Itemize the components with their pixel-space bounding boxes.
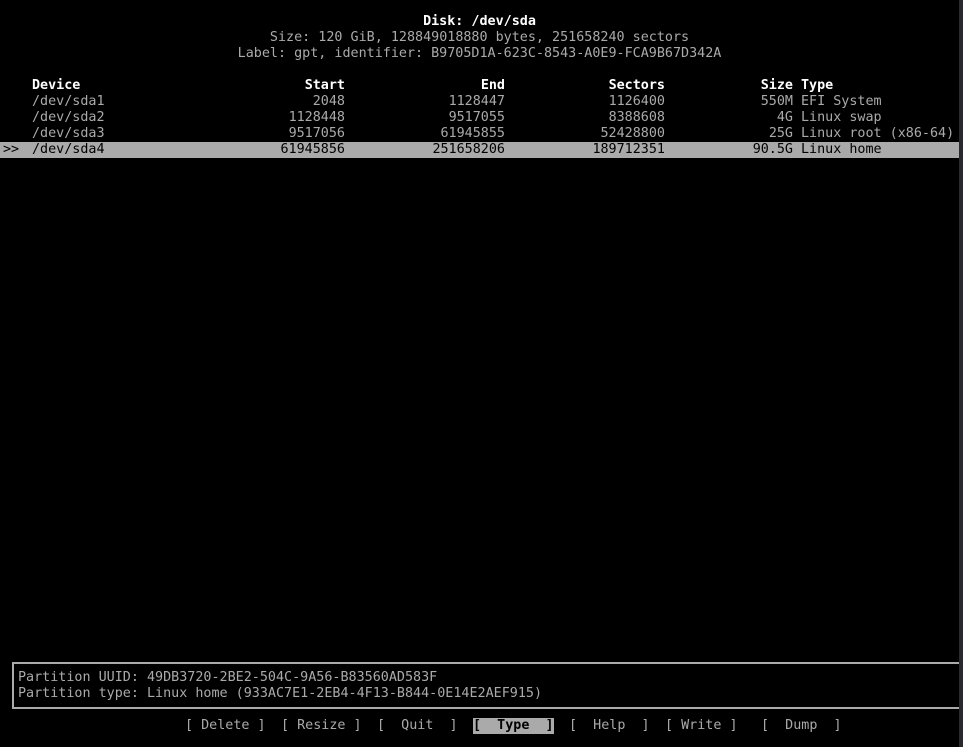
partition-device: /dev/sda1 [32, 94, 105, 109]
table-header: Device Start End Sectors Size Type [0, 78, 959, 94]
partition-size: 25G [768, 126, 793, 141]
quit-button[interactable]: [ Quit ] [377, 718, 458, 734]
partition-row[interactable]: /dev/sda3 9517056 61945855 52428800 25G … [0, 126, 959, 142]
partition-sectors: 1126400 [608, 94, 665, 109]
window-edge [959, 0, 963, 747]
cfdisk-screen: Disk: /dev/sda Size: 120 GiB, 1288490188… [0, 0, 959, 747]
partition-end: 9517055 [448, 110, 505, 125]
column-header-size: Size [760, 78, 793, 93]
partition-info-box: Partition UUID: 49DB3720-2BE2-504C-9A56-… [12, 662, 959, 709]
partition-start: 2048 [312, 94, 345, 109]
partition-sectors: 8388608 [608, 110, 665, 125]
partition-type: EFI System [801, 94, 882, 109]
partition-row[interactable]: /dev/sda2 1128448 9517055 8388608 4G Lin… [0, 110, 959, 126]
action-menu: [ Delete ] [ Resize ] [ Quit ] [ Type ] … [0, 718, 959, 734]
delete-button[interactable]: [ Delete ] [185, 718, 266, 734]
partition-start: 9517056 [288, 126, 345, 141]
partition-end: 1128447 [448, 94, 505, 109]
partition-sectors: 189712351 [592, 142, 665, 157]
partition-type: Linux root (x86-64) [801, 126, 955, 141]
column-header-type: Type [801, 78, 834, 93]
selection-marker: >> [3, 142, 20, 157]
partition-end: 61945855 [440, 126, 506, 141]
partition-row[interactable]: /dev/sda1 2048 1128447 1126400 550M EFI … [0, 94, 959, 110]
partition-size: 4G [776, 110, 793, 125]
column-header-device: Device [32, 78, 81, 93]
partition-start: 61945856 [280, 142, 346, 157]
resize-button[interactable]: [ Resize ] [281, 718, 362, 734]
partition-sectors: 52428800 [600, 126, 666, 141]
dump-button[interactable]: [ Dump ] [761, 718, 842, 734]
column-header-end: End [480, 78, 505, 93]
help-button[interactable]: [ Help ] [569, 718, 650, 734]
partition-device: /dev/sda2 [32, 110, 105, 125]
write-button[interactable]: [ Write ] [665, 718, 738, 734]
partition-size: 550M [760, 94, 793, 109]
type-button[interactable]: [ Type ] [473, 718, 554, 734]
partition-type-info: Partition type: Linux home (933AC7E1-2EB… [18, 686, 543, 701]
partition-end: 251658206 [432, 142, 505, 157]
column-header-sectors: Sectors [608, 78, 665, 93]
partition-device: /dev/sda3 [32, 126, 105, 141]
partition-type: Linux swap [801, 110, 882, 125]
partition-uuid: Partition UUID: 49DB3720-2BE2-504C-9A56-… [18, 670, 438, 685]
partition-type: Linux home [801, 142, 882, 157]
column-header-start: Start [304, 78, 345, 93]
disk-size-info: Size: 120 GiB, 128849018880 bytes, 25165… [269, 30, 690, 45]
disk-label-info: Label: gpt, identifier: B9705D1A-623C-85… [237, 46, 722, 61]
partition-start: 1128448 [288, 110, 345, 125]
partition-row-selected[interactable]: >> /dev/sda4 61945856 251658206 18971235… [0, 142, 959, 158]
partition-device: /dev/sda4 [32, 142, 105, 157]
disk-title: Disk: /dev/sda [423, 14, 536, 29]
partition-size: 90.5G [752, 142, 793, 157]
